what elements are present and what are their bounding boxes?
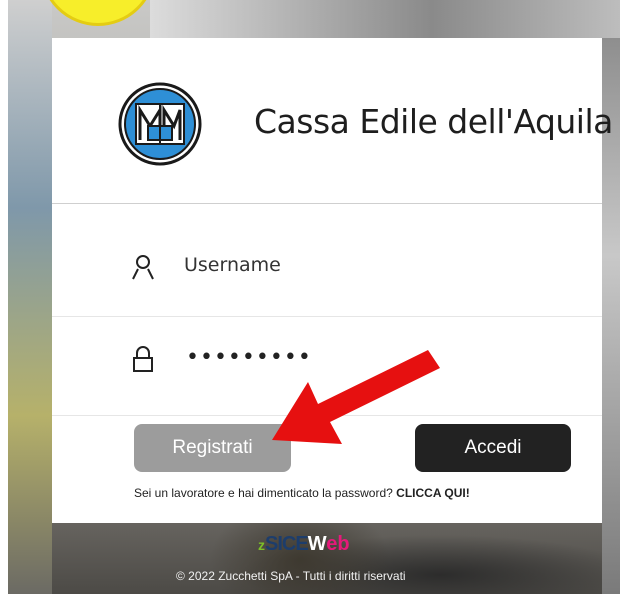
cassa-edile-logo xyxy=(118,82,202,166)
username-field[interactable]: Username xyxy=(52,218,602,317)
logo-header: Cassa Edile dell'Aquila xyxy=(52,38,613,203)
brand-z: z xyxy=(258,537,265,553)
sice-web-logo: zSICEWeb xyxy=(258,533,350,556)
brand-w: W xyxy=(307,533,327,555)
brand-sice: SICE xyxy=(265,533,309,555)
username-placeholder: Username xyxy=(184,254,281,276)
page-edge xyxy=(0,0,8,594)
background-photo-top xyxy=(150,0,620,38)
forgot-password-text: Sei un lavoratore e hai dimenticato la p… xyxy=(134,486,393,500)
login-card: Cassa Edile dell'Aquila Username •••••••… xyxy=(52,38,613,523)
forgot-password-link[interactable]: CLICCA QUI! xyxy=(396,486,470,500)
annotation-arrow-icon xyxy=(272,350,440,444)
brand-eb: eb xyxy=(326,533,350,555)
user-icon xyxy=(132,255,154,280)
copyright-text: © 2022 Zucchetti SpA - Tutti i diritti r… xyxy=(176,569,406,583)
organization-name: Cassa Edile dell'Aquila xyxy=(254,102,613,141)
forgot-password-line: Sei un lavoratore e hai dimenticato la p… xyxy=(134,486,470,500)
header-divider xyxy=(52,203,602,204)
lock-icon xyxy=(133,346,153,372)
